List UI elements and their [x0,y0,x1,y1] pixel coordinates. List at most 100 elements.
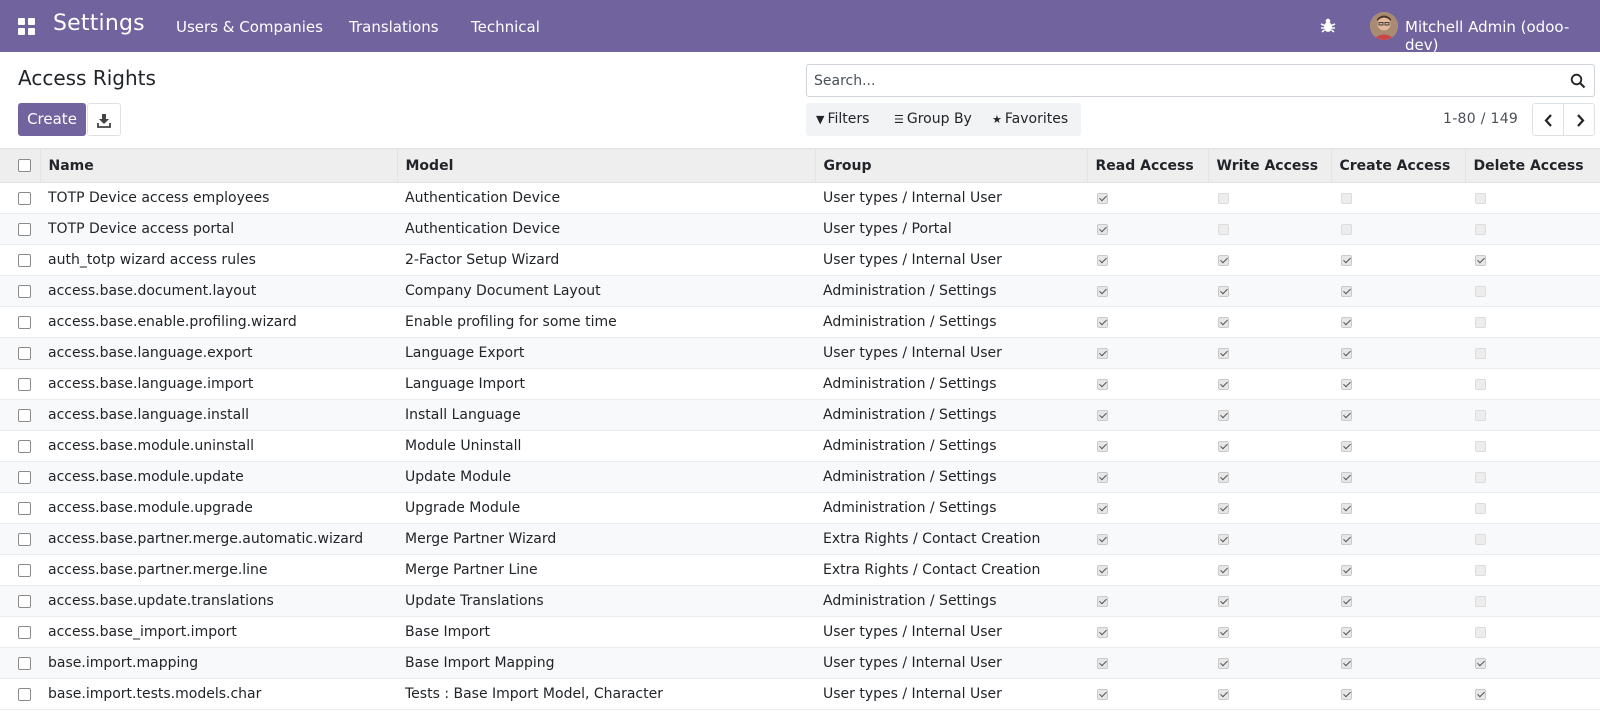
row-checkbox[interactable] [18,284,31,298]
row-select-cell[interactable] [0,492,40,524]
row-select-cell[interactable] [0,368,40,400]
cell-group: Administration / Settings [815,461,1087,493]
cell-model: Module Uninstall [397,430,815,462]
table-row[interactable]: access.base.module.upgrade Upgrade Module… [0,492,1600,524]
group-by-toggle[interactable]: ☰ Group By [894,111,972,127]
user-menu[interactable]: Mitchell Admin (odoo-dev) [1405,18,1600,54]
table-row[interactable]: access.base.module.update Update Module Ad… [0,461,1600,493]
column-header-delete-access[interactable]: Delete Access [1465,148,1600,183]
table-row[interactable]: access.base.language.import Language Impo… [0,368,1600,400]
row-checkbox[interactable] [18,625,31,639]
table-row[interactable]: TOTP Device access portal Authentication … [0,213,1600,245]
cell-name: TOTP Device access portal [40,213,397,245]
column-header-write-access[interactable]: Write Access [1208,148,1332,183]
row-checkbox[interactable] [18,408,31,422]
write-access-checkbox [1218,440,1229,452]
pager-next-button[interactable] [1563,103,1595,136]
menu-users-companies[interactable]: Users & Companies [176,18,323,36]
search-input[interactable] [814,71,1554,91]
cell-delete-access [1465,337,1600,369]
filters-toggle[interactable]: ▼ Filters [816,111,869,127]
column-header-name[interactable]: Name [40,148,398,183]
row-checkbox[interactable] [18,594,31,608]
create-access-checkbox [1341,595,1352,607]
create-access-checkbox [1341,347,1352,359]
column-header-read-access[interactable]: Read Access [1087,148,1209,183]
row-select-cell[interactable] [0,213,40,245]
cell-name: TOTP Device access employees [40,182,397,214]
table-row[interactable]: access.base.update.translations Update Tr… [0,585,1600,617]
row-checkbox[interactable] [18,346,31,360]
cell-read-access [1087,461,1208,493]
row-select-cell[interactable] [0,461,40,493]
row-checkbox[interactable] [18,563,31,577]
cell-read-access [1087,306,1208,338]
column-header-model[interactable]: Model [397,148,816,183]
row-checkbox[interactable] [18,470,31,484]
menu-translations[interactable]: Translations [349,18,439,36]
table-row[interactable]: access.base_import.import Base Import User… [0,616,1600,648]
column-header-create-access[interactable]: Create Access [1331,148,1466,183]
table-row[interactable]: base.import.mapping Base Import Mapping Us… [0,647,1600,679]
row-select-cell[interactable] [0,616,40,648]
row-select-cell[interactable] [0,678,40,710]
pager-previous-button[interactable] [1532,103,1564,136]
row-select-cell[interactable] [0,399,40,431]
table-row[interactable]: access.base.language.export Language Expo… [0,337,1600,369]
bug-icon[interactable] [1318,16,1338,36]
favorites-toggle[interactable]: ★ Favorites [992,111,1068,127]
cell-model: Upgrade Module [397,492,815,524]
table-row[interactable]: access.base.partner.merge.automatic.wiza… [0,523,1600,555]
create-button[interactable]: Create [18,103,86,136]
app-title[interactable]: Settings [53,11,145,36]
row-select-cell[interactable] [0,585,40,617]
row-select-cell[interactable] [0,244,40,276]
row-checkbox[interactable] [18,377,31,391]
cell-create-access [1331,492,1465,524]
row-checkbox[interactable] [18,532,31,546]
row-checkbox[interactable] [18,439,31,453]
row-checkbox[interactable] [18,501,31,515]
menu-technical[interactable]: Technical [471,18,540,36]
row-select-cell[interactable] [0,182,40,214]
apps-menu-icon[interactable] [18,18,36,36]
select-all-checkbox[interactable] [18,159,31,172]
row-checkbox[interactable] [18,656,31,670]
table-row[interactable]: access.base.language.install Install Lang… [0,399,1600,431]
cell-write-access [1208,585,1331,617]
cell-read-access [1087,244,1208,276]
table-row[interactable]: auth_totp wizard access rules 2-Factor Se… [0,244,1600,276]
user-avatar[interactable] [1370,12,1398,40]
row-checkbox[interactable] [18,253,31,267]
table-row[interactable]: access.base.module.uninstall Module Unins… [0,430,1600,462]
row-select-cell[interactable] [0,523,40,555]
row-checkbox[interactable] [18,315,31,329]
table-row[interactable]: access.base.document.layout Company Docum… [0,275,1600,307]
cell-write-access [1208,430,1331,462]
access-rights-table: Name Model Group Read Access Write Acces… [0,148,1600,710]
select-all-checkbox-cell[interactable] [0,148,41,183]
write-access-checkbox [1218,657,1229,669]
row-checkbox[interactable] [18,191,31,205]
row-select-cell[interactable] [0,554,40,586]
row-select-cell[interactable] [0,275,40,307]
pager-value[interactable]: 1-80 / 149 [1443,111,1518,127]
cell-group: User types / Internal User [815,678,1087,710]
table-row[interactable]: TOTP Device access employees Authenticati… [0,182,1600,214]
row-select-cell[interactable] [0,337,40,369]
row-checkbox[interactable] [18,687,31,701]
row-checkbox[interactable] [18,222,31,236]
row-select-cell[interactable] [0,430,40,462]
column-header-group[interactable]: Group [815,148,1088,183]
table-row[interactable]: access.base.enable.profiling.wizard Enabl… [0,306,1600,338]
row-select-cell[interactable] [0,306,40,338]
write-access-checkbox [1218,316,1229,328]
row-select-cell[interactable] [0,647,40,679]
write-access-checkbox [1218,378,1229,390]
table-row[interactable]: access.base.partner.merge.line Merge Part… [0,554,1600,586]
table-row[interactable]: base.import.tests.models.char Tests : Bas… [0,678,1600,710]
cell-group: User types / Internal User [815,616,1087,648]
export-button[interactable] [87,103,121,136]
search-icon[interactable] [1570,73,1586,89]
write-access-checkbox [1218,347,1229,359]
